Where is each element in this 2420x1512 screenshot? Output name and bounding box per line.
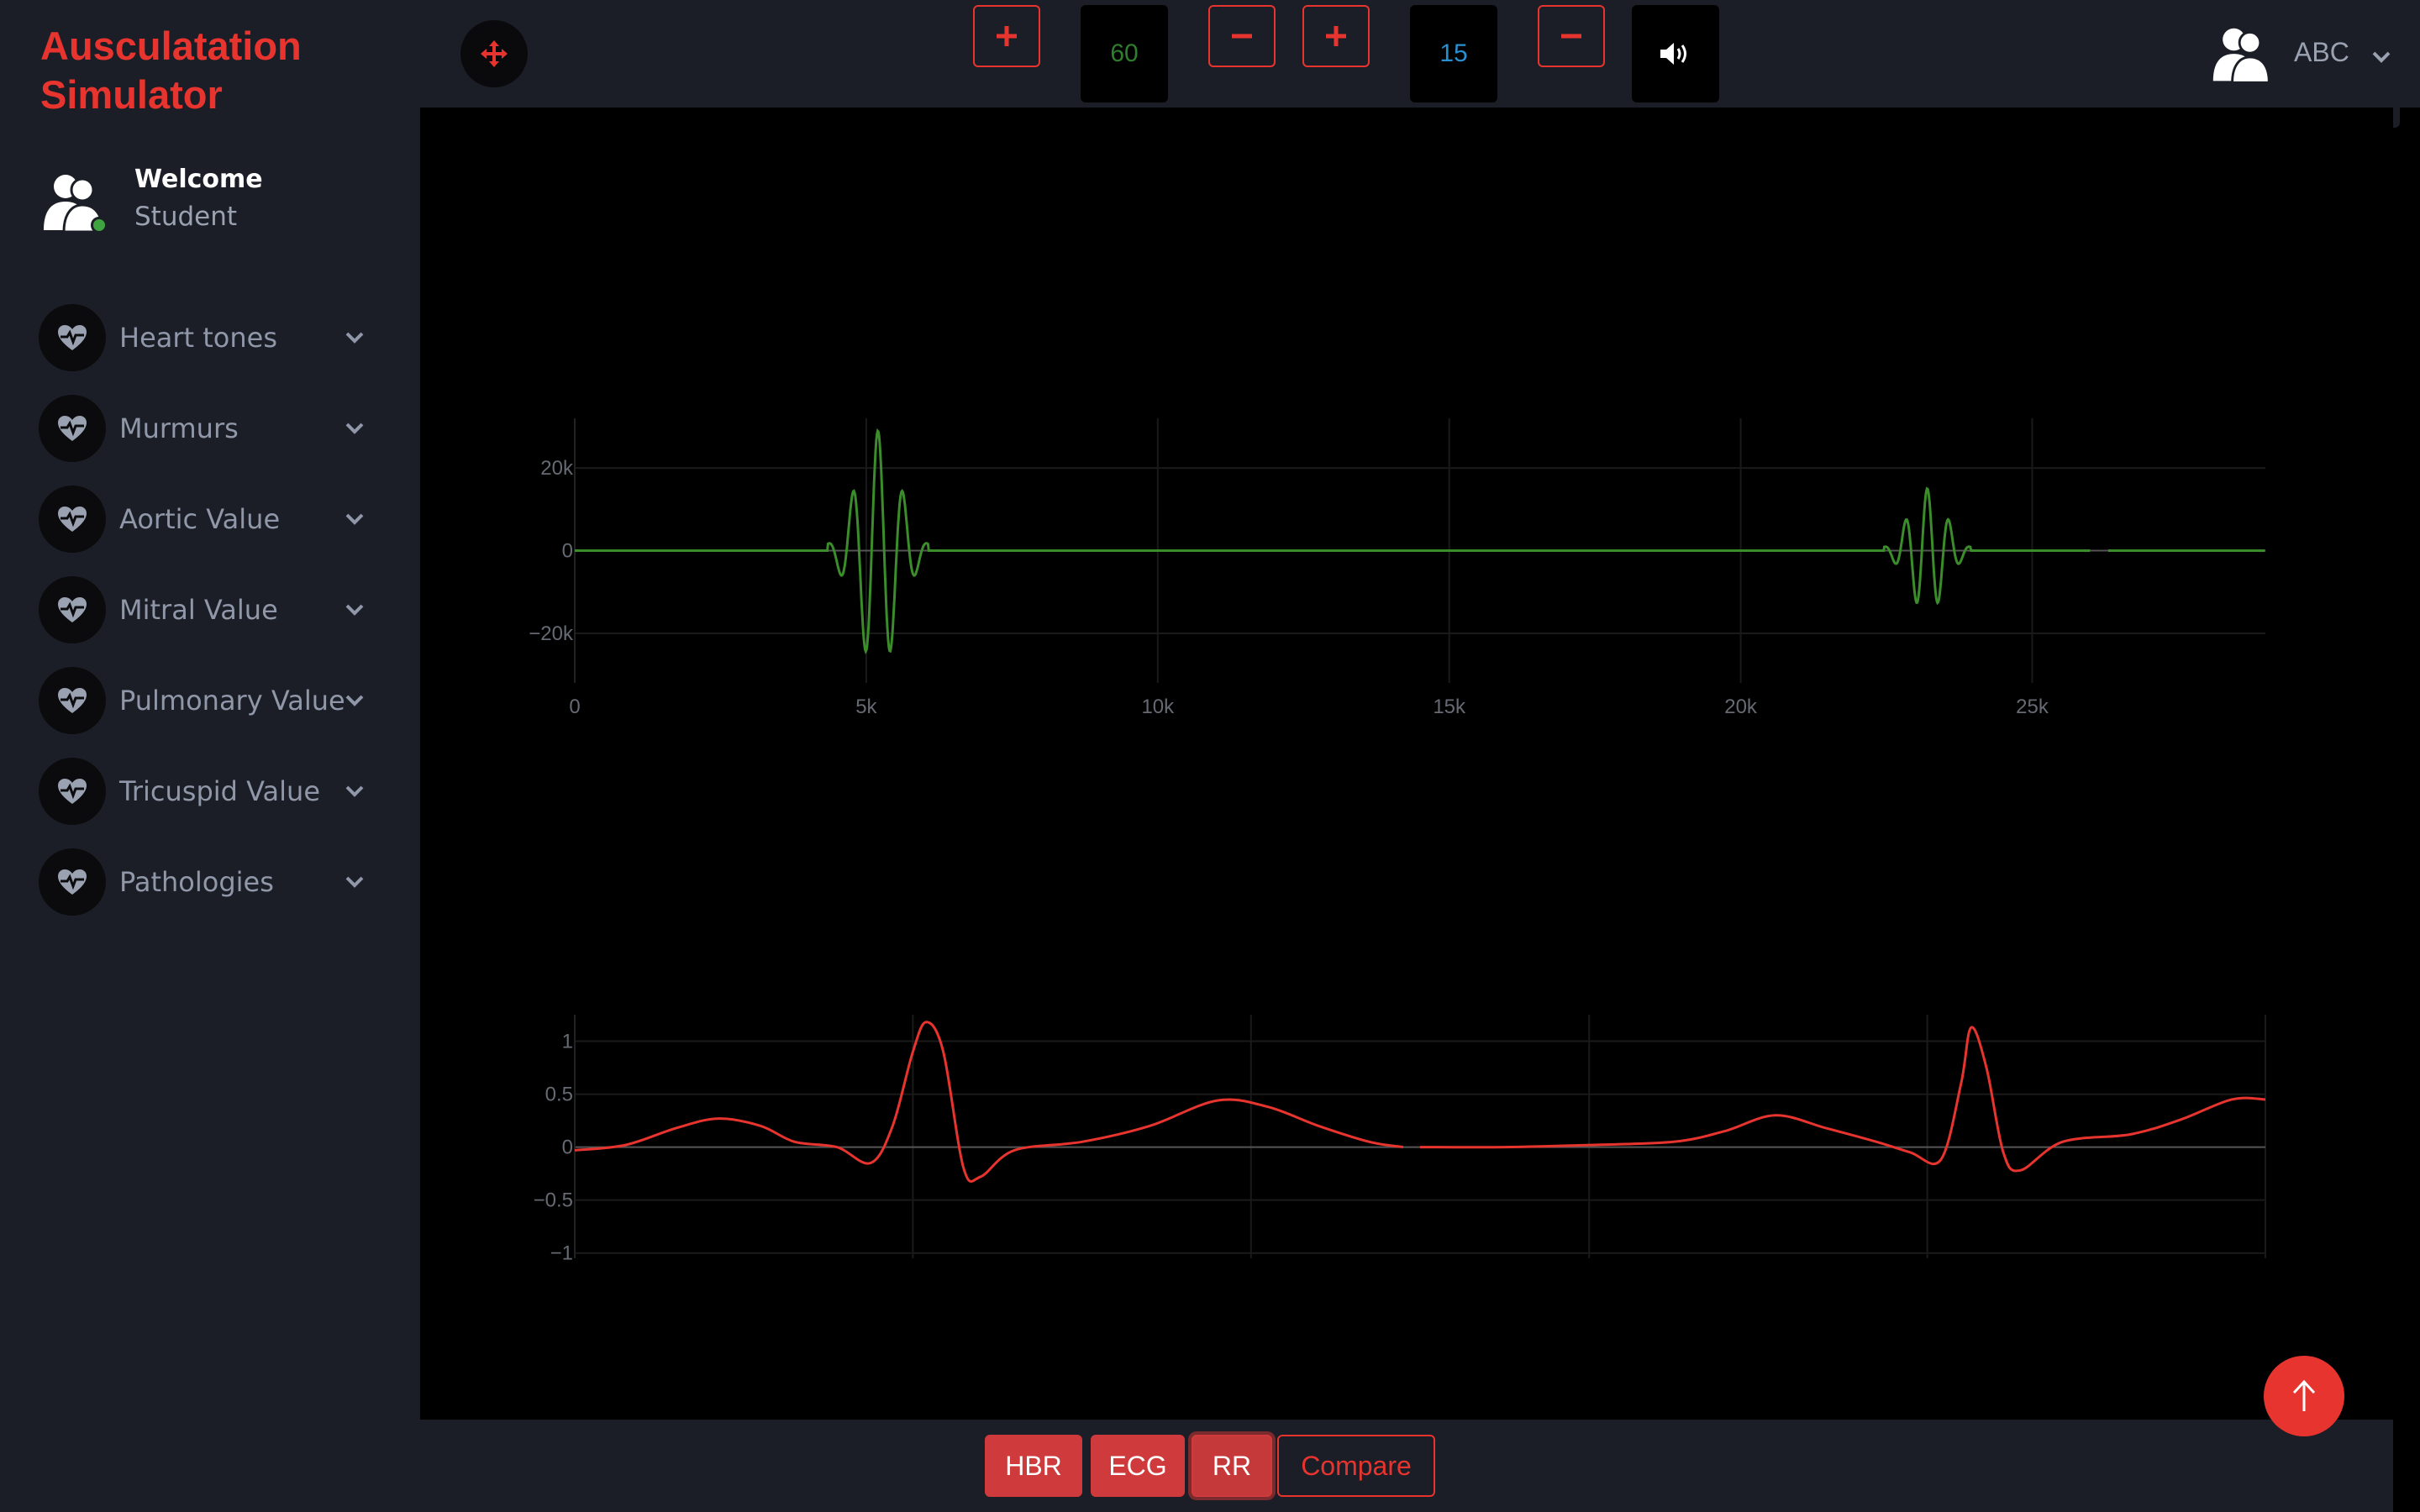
app-title-line2: Simulator [40, 72, 223, 117]
heart-rate-value: 60 [1081, 5, 1168, 102]
user-role: Student [134, 202, 238, 232]
sidebar-item-label: Pulmonary Value [119, 685, 345, 717]
scroll-to-top-button[interactable] [2264, 1356, 2344, 1436]
move-button[interactable] [460, 20, 528, 87]
sidebar-item-murmurs[interactable]: Murmurs [39, 383, 366, 474]
heartbeat-svg [58, 325, 87, 350]
chevron-down-icon [345, 604, 364, 616]
sound-toggle-button[interactable] [1632, 5, 1719, 102]
arrow-up-icon [2292, 1379, 2316, 1411]
sidebar-item-label: Pathologies [119, 866, 274, 898]
chevron-down-icon [345, 332, 364, 344]
chevron-down-icon [2372, 51, 2391, 63]
y-tick-label: 1 [562, 1031, 573, 1053]
hbr-tab-button[interactable]: HBR [985, 1435, 1082, 1497]
profile-menu[interactable]: ABC [2210, 24, 2403, 87]
heartbeat-icon [39, 576, 106, 643]
plot-area: 05k10k15k20k25k20k0−20k 024681010.50−0.5… [420, 108, 2393, 1420]
heartbeat-icon [39, 667, 106, 734]
chevron-down-icon [345, 513, 364, 525]
app-title: Ausculatation Simulator [40, 22, 302, 119]
profile-name: ABC [2294, 37, 2349, 67]
heartbeat-svg [58, 597, 87, 622]
heart-rate-increase-button[interactable] [973, 5, 1040, 67]
volume-icon [1660, 43, 1686, 65]
heartbeat-svg [58, 507, 87, 532]
compare-tab-button[interactable]: Compare [1277, 1435, 1435, 1497]
y-tick-label: 0.5 [545, 1084, 573, 1106]
move-arrows-icon [481, 40, 508, 67]
y-tick-label: −1 [550, 1242, 573, 1265]
rr-tab-button[interactable]: RR [1192, 1435, 1272, 1497]
sidebar-item-label: Murmurs [119, 412, 239, 444]
heartbeat-svg [58, 869, 87, 895]
sidebar-item-tricuspid-value[interactable]: Tricuspid Value [39, 746, 366, 837]
y-tick-label: 20k [540, 457, 574, 480]
plus-icon [997, 26, 1017, 46]
y-tick-label: −20k [529, 622, 574, 645]
heartbeat-svg [58, 416, 87, 441]
plus-icon [1326, 26, 1346, 46]
ecg-chart: 024681010.50−0.5−1 [534, 1015, 2266, 1265]
heartbeat-icon [39, 304, 106, 371]
heartbeat-icon [39, 486, 106, 553]
sidebar-menu: Heart tones Murmurs Aortic Value Mitral Val… [39, 292, 366, 927]
minus-icon [1232, 34, 1252, 39]
ecg-series-segment-1 [574, 1021, 1404, 1183]
heart-sound-chart: 0 5k 10k 15k 20k 25k 20k 0 −20k [529, 418, 2265, 718]
ecg-series-segment-2 [1419, 1026, 2266, 1173]
x-tick-label: 25k [2016, 696, 2049, 718]
chevron-down-icon [345, 785, 364, 797]
x-tick-label: 20k [1724, 696, 1758, 718]
sidebar-item-label: Mitral Value [119, 594, 278, 626]
sidebar-item-pulmonary-value[interactable]: Pulmonary Value [39, 655, 366, 746]
y-tick-label: 0 [562, 540, 573, 563]
heartbeat-icon [39, 758, 106, 825]
welcome-text: Welcome [134, 165, 263, 194]
top-toolbar: 60 15 ABC [420, 0, 2420, 108]
heart-rate-decrease-button[interactable] [1208, 5, 1276, 67]
x-tick-label: 15k [1433, 696, 1466, 718]
heartbeat-svg [58, 688, 87, 713]
sidebar-item-label: Heart tones [119, 322, 277, 354]
sidebar-item-heart-tones[interactable]: Heart tones [39, 292, 366, 383]
heartbeat-svg [58, 779, 87, 804]
chevron-down-icon [345, 695, 364, 706]
user-block: Welcome Student [40, 165, 393, 240]
sidebar: Ausculatation Simulator Welcome Student … [0, 0, 420, 1512]
app-title-line1: Ausculatation [40, 24, 302, 68]
sidebar-item-label: Aortic Value [119, 503, 281, 535]
x-tick-label: 5k [855, 696, 877, 718]
heart-sound-series-segment-1 [575, 428, 2091, 655]
y-tick-label: −0.5 [534, 1189, 573, 1212]
resp-rate-value: 15 [1410, 5, 1497, 102]
sidebar-item-label: Tricuspid Value [119, 775, 320, 807]
bottom-tab-bar: HBR ECG RR Compare [420, 1420, 2393, 1512]
sidebar-item-pathologies[interactable]: Pathologies [39, 837, 366, 927]
y-tick-label: 0 [562, 1137, 573, 1159]
resp-rate-decrease-button[interactable] [1538, 5, 1605, 67]
users-icon [2212, 28, 2270, 84]
x-tick-label: 0 [569, 696, 580, 718]
sidebar-item-aortic-value[interactable]: Aortic Value [39, 474, 366, 564]
resp-rate-increase-button[interactable] [1302, 5, 1370, 67]
heartbeat-icon [39, 395, 106, 462]
ecg-tab-button[interactable]: ECG [1091, 1435, 1185, 1497]
online-status-dot [91, 217, 108, 234]
sidebar-item-mitral-value[interactable]: Mitral Value [39, 564, 366, 655]
chevron-down-icon [345, 876, 364, 888]
minus-icon [1561, 34, 1581, 39]
x-tick-label: 10k [1141, 696, 1175, 718]
heartbeat-icon [39, 848, 106, 916]
chevron-down-icon [345, 423, 364, 434]
